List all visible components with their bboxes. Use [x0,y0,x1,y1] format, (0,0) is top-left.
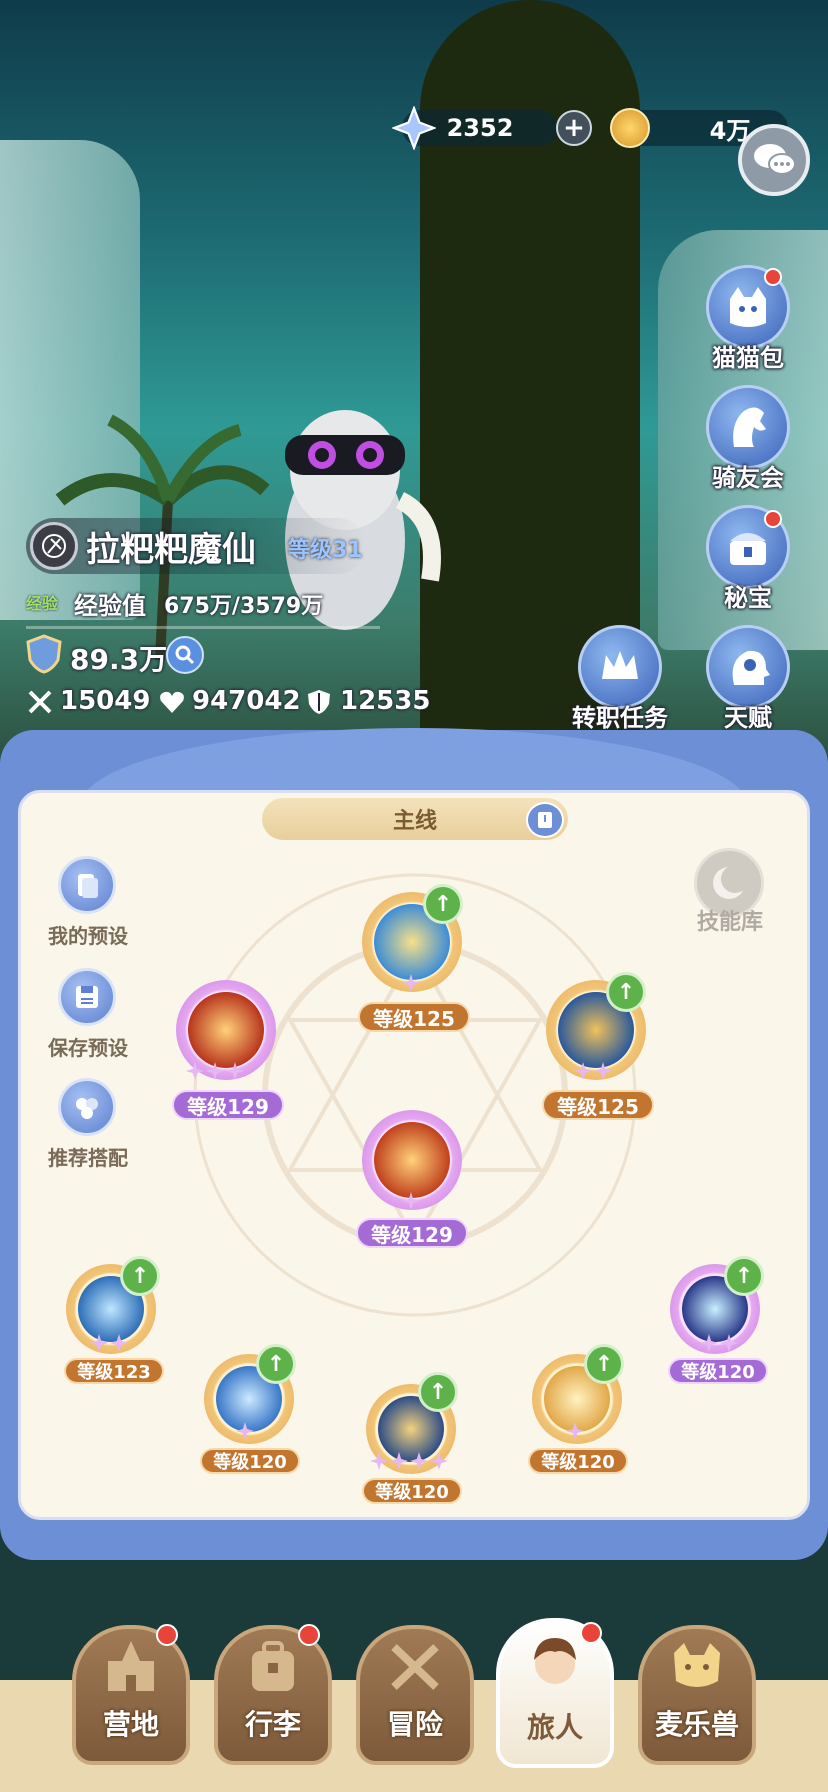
power-detail-button[interactable] [166,636,204,674]
chat-bubbles-icon [754,144,796,175]
skill-4-level: 等级129 [356,1218,468,1248]
exp-value: 675万/3579万 [164,594,324,619]
power-shield-icon [26,634,62,674]
skill-4-icon [374,1122,450,1198]
skill-3-stars [574,1062,612,1082]
skill-6-level: 等级120 [200,1448,300,1474]
treasure-label: 秘宝 [724,584,772,612]
gears-icon [76,1098,98,1119]
crossed-swords-icon [391,1644,439,1690]
heart-icon [160,691,184,713]
skill-2-icon [188,992,264,1068]
skill-2-level: 等级129 [172,1090,284,1120]
divider-line [26,626,380,629]
recommended-button[interactable] [58,1078,116,1136]
skill-3-level: 等级125 [542,1090,654,1120]
cat-bag-label: 猫猫包 [712,344,784,372]
crescent-star-icon [713,865,749,899]
nav-pets-label: 麦乐兽 [654,1708,739,1741]
treasure-chest-icon [730,533,766,565]
skill-7-stars [370,1452,448,1472]
skill-1-level: 等级125 [358,1002,470,1032]
nav-traveler-notification-dot [580,1622,602,1644]
plus-icon: + [563,113,585,143]
talent-label: 天赋 [724,704,772,732]
defense-shield-icon [308,690,330,714]
skill-library-label: 技能库 [696,910,763,935]
cat-bag-icon [730,287,766,327]
backpack-icon [252,1641,294,1691]
save-preset-button[interactable] [58,968,116,1026]
job-quest-label: 转职任务 [572,704,668,732]
skill-9-upgrade-icon[interactable]: ↑ [724,1256,764,1296]
nav-traveler-label: 旅人 [526,1711,583,1744]
skill-mode-selector[interactable]: 主线 [262,798,568,840]
skill-2-stars [186,1062,244,1082]
job-quest-button[interactable] [578,625,662,709]
gem-icon [392,106,436,150]
hp-value: 947042 [192,686,301,716]
attack-value: 15049 [60,686,151,716]
gem-amount: 2352 [446,114,514,142]
floppy-disk-icon [76,986,98,1008]
traveler-avatar-icon [534,1638,576,1684]
my-preset-label: 我的预设 [48,924,128,948]
skill-5-stars [90,1334,128,1354]
skill-9-stars [700,1334,738,1354]
magnifier-icon [175,645,195,665]
nav-luggage-notification-dot [298,1624,320,1646]
crown-helmet-icon [602,651,638,679]
skill-8-stars [566,1422,584,1442]
castle-icon [108,1641,154,1691]
nav-camp-notification-dot [156,1624,178,1646]
nav-adventure-label: 冒险 [386,1708,443,1741]
nav-luggage[interactable]: 行李 [214,1625,332,1765]
skill-9-level: 等级120 [668,1358,768,1384]
cat-face-icon [674,1643,720,1687]
skill-8-level: 等级120 [528,1448,628,1474]
skill-1-upgrade-icon[interactable]: ↑ [423,884,463,924]
chat-button[interactable] [738,124,810,196]
skill-5-level: 等级123 [64,1358,164,1384]
exp-tag: 经验 [26,594,59,613]
skill-4-stars [402,1192,420,1212]
nav-luggage-label: 行李 [244,1708,301,1741]
player-name: 拉粑粑魔仙 [86,530,256,570]
defense-value: 12535 [340,686,431,716]
nav-adventure[interactable]: 冒险 [356,1625,474,1765]
class-emblem-icon [42,534,66,558]
nav-pets[interactable]: 麦乐兽 [638,1625,756,1765]
cat-bag-notification-dot [764,268,782,286]
cards-icon [78,874,98,898]
combat-power: 89.3万 [70,643,168,676]
book-icon [538,812,552,828]
gold-coin-icon [610,108,650,148]
mode-info-button[interactable] [526,802,564,838]
talent-button[interactable] [706,625,790,709]
add-gem-button[interactable]: + [556,110,592,146]
head-brain-icon [732,650,770,685]
skill-6-upgrade-icon[interactable]: ↑ [256,1344,296,1384]
skill-mode-label: 主线 [392,809,437,834]
skill-1-stars [402,974,420,994]
my-preset-button[interactable] [58,856,116,914]
skill-7-level: 等级120 [362,1478,462,1504]
nav-camp[interactable]: 营地 [72,1625,190,1765]
skill-5-upgrade-icon[interactable]: ↑ [120,1256,160,1296]
skill-8-upgrade-icon[interactable]: ↑ [584,1344,624,1384]
rider-club-button[interactable] [706,385,790,469]
horse-head-icon [733,407,766,447]
skill-7-upgrade-icon[interactable]: ↑ [418,1372,458,1412]
nav-camp-label: 营地 [102,1708,159,1741]
save-preset-label: 保存预设 [48,1036,128,1060]
treasure-notification-dot [764,510,782,528]
player-class-badge[interactable] [30,522,78,570]
player-level: 等级31 [288,538,363,563]
exp-label: 经验值 [74,592,146,620]
skill-6-stars [236,1422,254,1442]
recommended-label: 推荐搭配 [48,1146,128,1170]
skill-3-upgrade-icon[interactable]: ↑ [606,972,646,1012]
rider-club-label: 骑友会 [712,464,784,492]
attack-swords-icon [28,690,52,714]
